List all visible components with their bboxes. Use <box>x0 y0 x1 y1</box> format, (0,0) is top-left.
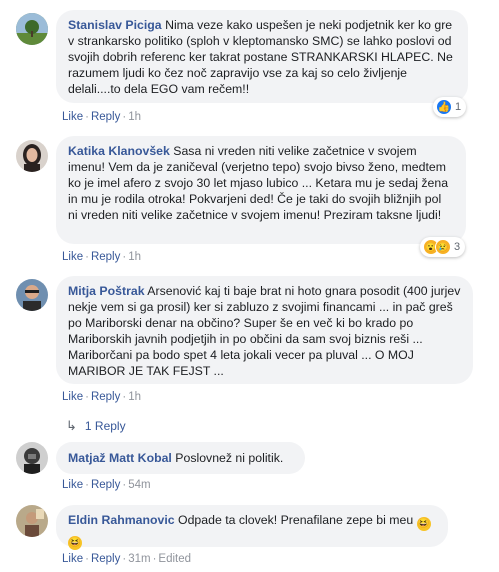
comment-bubble: Matjaž Matt Kobal Poslovnež ni politik. <box>56 442 305 474</box>
timestamp[interactable]: 54m <box>128 479 150 491</box>
like-link[interactable]: Like <box>62 553 83 565</box>
reaction-count: 1 <box>455 101 462 113</box>
avatar[interactable] <box>16 279 48 311</box>
like-link[interactable]: Like <box>62 391 83 403</box>
laughing-emoji-icon: 😆 <box>416 517 431 531</box>
comment-actions: Like · Reply · 1h <box>62 391 141 403</box>
laughing-emoji-icon: 😆 <box>68 536 82 550</box>
like-link[interactable]: Like <box>62 479 83 491</box>
comment-bubble: Katika Klanovšek Sasa ni vreden niti vel… <box>56 136 466 244</box>
comment-actions: Like · Reply · 1h <box>62 251 141 263</box>
timestamp[interactable]: 1h <box>128 111 141 123</box>
reaction-count: 3 <box>454 241 461 253</box>
avatar-image-icon <box>16 279 48 311</box>
sad-face-icon: 😢 <box>435 239 451 255</box>
comment-author[interactable]: Mitja Poštrak <box>68 284 145 298</box>
thumbs-up-icon: 👍 <box>436 99 452 115</box>
reaction-summary[interactable]: 😮 😢 3 <box>420 237 466 257</box>
comment-actions: Like · Reply · 54m <box>62 479 151 491</box>
replies-count[interactable]: 1 Reply <box>85 419 126 433</box>
comment-actions: Like · Reply · 1h <box>62 111 141 123</box>
reply-link[interactable]: Reply <box>91 553 120 565</box>
avatar-image-icon <box>16 505 48 537</box>
avatar[interactable] <box>16 442 48 474</box>
avatar-image-icon <box>16 13 48 45</box>
timestamp[interactable]: 1h <box>128 251 141 263</box>
like-link[interactable]: Like <box>62 251 83 263</box>
comment-author[interactable]: Eldin Rahmanovic <box>68 513 175 527</box>
comment-author[interactable]: Matjaž Matt Kobal <box>68 451 172 465</box>
edited-label[interactable]: Edited <box>158 553 191 565</box>
timestamp[interactable]: 31m <box>128 553 150 565</box>
reply-link[interactable]: Reply <box>91 251 120 263</box>
comment-bubble: Mitja Poštrak Arsenović kaj ti baje brat… <box>56 276 473 384</box>
timestamp[interactable]: 1h <box>128 391 141 403</box>
view-replies-link[interactable]: ↳ 1 Reply <box>66 418 126 434</box>
avatar[interactable] <box>16 13 48 45</box>
avatar-image-icon <box>16 442 48 474</box>
like-link[interactable]: Like <box>62 111 83 123</box>
reply-link[interactable]: Reply <box>91 391 120 403</box>
reply-arrow-icon: ↳ <box>66 418 77 433</box>
comment-bubble: Eldin Rahmanovic Odpade ta clovek! Prena… <box>56 505 448 550</box>
avatar[interactable] <box>16 505 48 537</box>
comment-author[interactable]: Stanislav Piciga <box>68 18 162 32</box>
comment-text: Arsenović kaj ti baje brat ni hoto gnara… <box>68 284 461 378</box>
reply-link[interactable]: Reply <box>91 479 120 491</box>
comment-actions: Like · Reply · 31m · Edited <box>62 553 192 565</box>
comment-text: Odpade ta clovek! Prenafilane zepe bi me… <box>178 513 414 527</box>
reply-link[interactable]: Reply <box>91 111 120 123</box>
avatar[interactable] <box>16 140 48 172</box>
comment-author[interactable]: Katika Klanovšek <box>68 144 170 158</box>
comment-bubble: Stanislav Piciga Nima veze kako uspešen … <box>56 10 468 103</box>
avatar-image-icon <box>16 140 48 172</box>
reaction-summary[interactable]: 👍 1 <box>433 97 467 117</box>
comment-text: Poslovnež ni politik. <box>175 451 284 465</box>
